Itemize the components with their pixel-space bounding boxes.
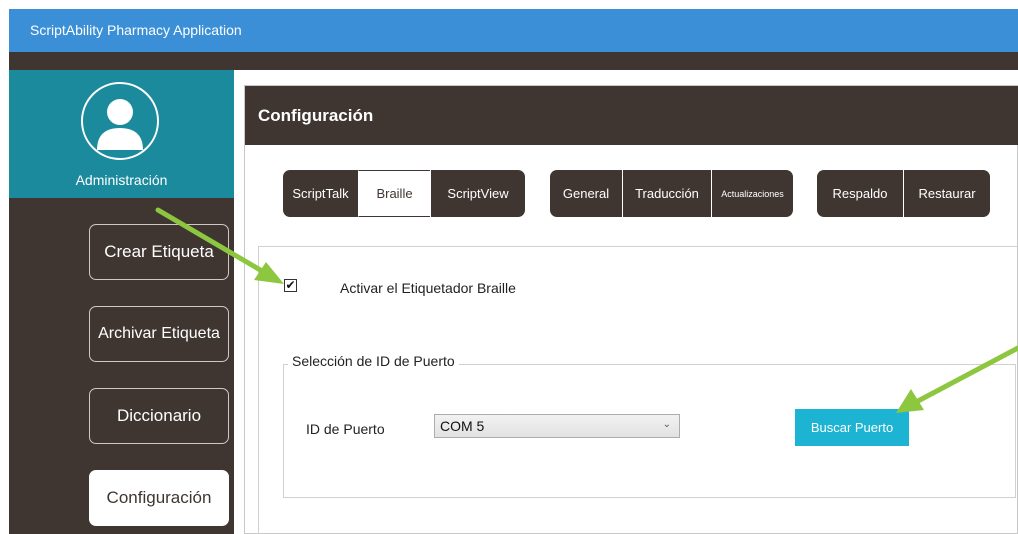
tab-scriptview[interactable]: ScriptView [430,170,525,217]
tab-group-apps: ScriptTalk Braille ScriptView [283,170,525,217]
search-port-button[interactable]: Buscar Puerto [795,409,909,446]
title-bar: ScriptAbility Pharmacy Application [9,9,1018,52]
header-strip [9,52,1018,70]
chevron-down-icon: ⌄ [662,419,671,430]
port-id-label: ID de Puerto [306,421,385,437]
tab-traduccion[interactable]: Traducción [622,170,711,217]
sidebar-item-crear-etiqueta[interactable]: Crear Etiqueta [89,224,229,280]
tab-group-settings: General Traducción Actualizaciones [550,170,793,217]
port-id-value: COM 5 [440,418,485,434]
port-id-select[interactable]: COM 5 ⌄ [434,414,680,438]
sidebar-item-archivar-etiqueta[interactable]: Archivar Etiqueta [89,306,229,362]
enable-braille-label: Activar el Etiquetador Braille [340,280,516,296]
port-selection-title: Selección de ID de Puerto [288,353,459,369]
app-title: ScriptAbility Pharmacy Application [30,22,242,38]
enable-braille-checkbox[interactable]: ✔ [284,279,297,292]
tab-group-backup: Respaldo Restaurar [817,170,990,217]
sidebar-item-configuracion[interactable]: Configuración [89,470,229,526]
user-icon [81,82,159,160]
tab-general[interactable]: General [550,170,622,217]
page-title: Configuración [258,106,374,125]
panel-header: Configuración [245,86,1018,145]
tab-actualizaciones[interactable]: Actualizaciones [711,170,793,217]
tab-restaurar[interactable]: Restaurar [903,170,990,217]
sidebar-item-diccionario[interactable]: Diccionario [89,388,229,444]
user-role-label: Administración [75,172,168,188]
tab-braille[interactable]: Braille [358,170,430,217]
tab-respaldo[interactable]: Respaldo [817,170,903,217]
tab-scripttalk[interactable]: ScriptTalk [283,170,358,217]
